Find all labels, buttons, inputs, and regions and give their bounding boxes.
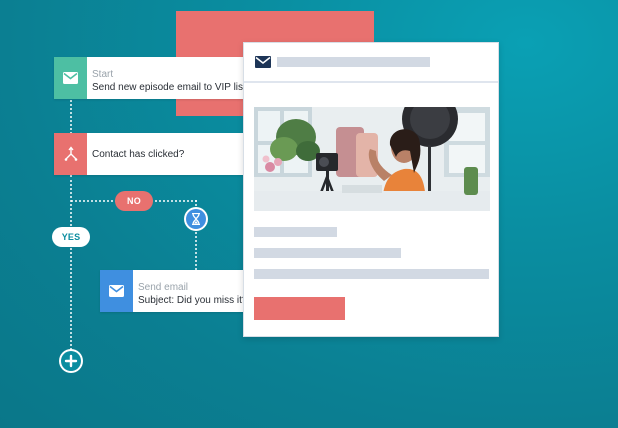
subject-placeholder-bar [277, 57, 430, 67]
envelope-icon [109, 285, 124, 297]
send-email-step-card[interactable]: Send email Subject: Did you miss it? [100, 270, 248, 312]
delay-timer[interactable] [184, 207, 208, 231]
add-step-button[interactable] [59, 349, 83, 373]
text-placeholder-line-3 [254, 269, 489, 279]
hourglass-icon [192, 213, 200, 225]
condition-step-icon-box [54, 133, 87, 175]
text-placeholder-line-1 [254, 227, 337, 237]
email-hero-image [254, 107, 490, 211]
plus-icon [61, 351, 81, 371]
start-step-sublabel: Start [92, 68, 114, 80]
start-step-label: Send new episode email to VIP list [92, 81, 246, 93]
email-preview-header [244, 43, 498, 83]
send-step-icon-box [100, 270, 133, 312]
condition-step-card[interactable]: Contact has clicked? [54, 133, 244, 175]
send-step-label: Subject: Did you miss it? [138, 294, 248, 306]
connector-main-vertical [70, 100, 72, 134]
no-branch-pill[interactable]: NO [115, 191, 153, 211]
text-placeholder-line-2 [254, 248, 401, 258]
envelope-icon [63, 72, 78, 84]
branch-icon [64, 146, 77, 161]
cta-button-placeholder[interactable] [254, 297, 345, 320]
woman-recording-video-illustration [254, 107, 490, 211]
envelope-icon [255, 56, 271, 68]
start-step-card[interactable]: Start Send new episode email to VIP list [54, 57, 246, 99]
send-step-sublabel: Send email [138, 281, 189, 293]
no-branch-label: NO [127, 196, 141, 206]
yes-branch-label: YES [61, 232, 81, 242]
email-preview-card [243, 42, 499, 337]
start-step-icon-box [54, 57, 87, 99]
condition-step-label: Contact has clicked? [92, 148, 185, 160]
yes-branch-pill[interactable]: YES [52, 227, 90, 247]
